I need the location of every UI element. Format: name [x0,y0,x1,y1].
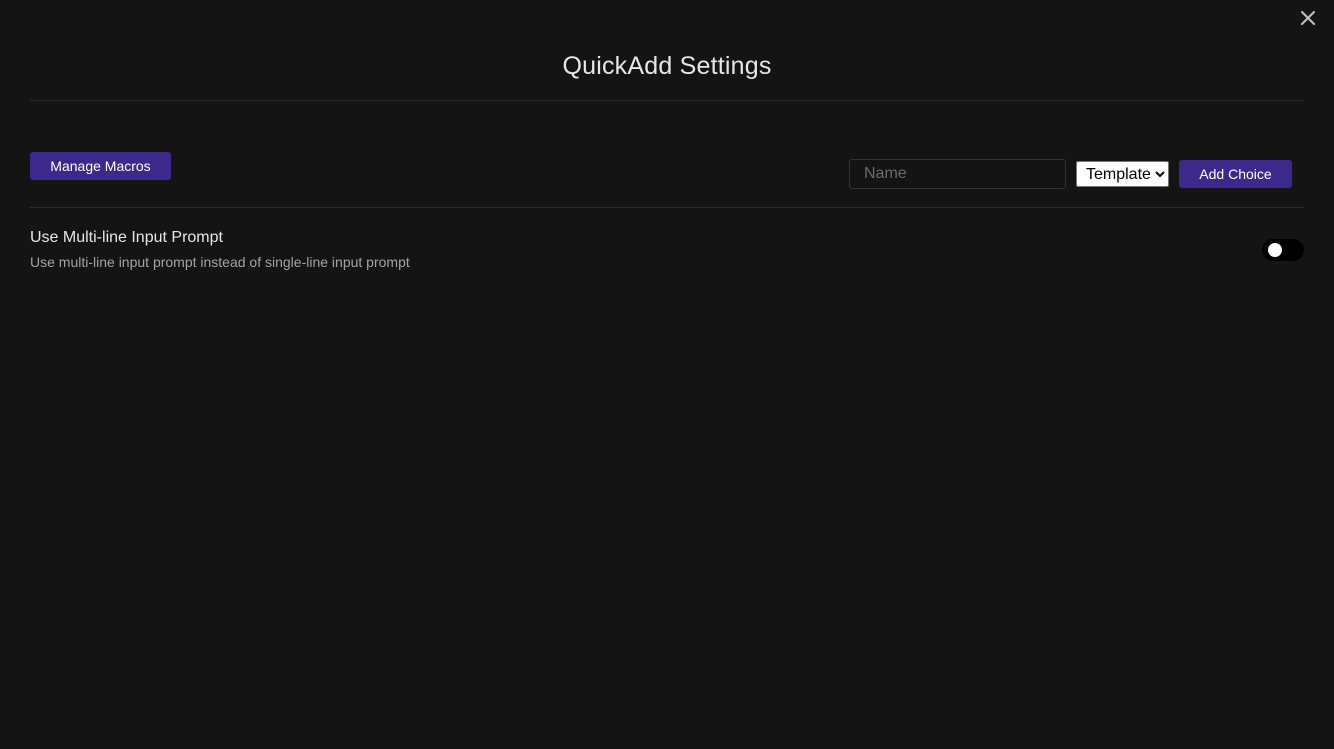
add-choice-button[interactable]: Add Choice [1179,160,1292,188]
manage-macros-button[interactable]: Manage Macros [30,152,171,180]
multiline-prompt-toggle[interactable] [1262,239,1304,261]
setting-divider [30,207,1304,208]
quickadd-settings-modal: QuickAdd Settings Manage Macros Template… [0,0,1334,749]
title-divider [30,100,1304,101]
close-button[interactable] [1296,6,1320,30]
toggle-knob [1268,243,1282,257]
close-icon [1301,11,1315,25]
setting-multiline-name: Use Multi-line Input Prompt [30,229,223,246]
page-title: QuickAdd Settings [562,52,772,80]
choice-name-input[interactable] [849,159,1066,189]
choice-type-select[interactable]: Template [1076,161,1169,187]
setting-multiline-description: Use multi-line input prompt instead of s… [30,254,410,270]
